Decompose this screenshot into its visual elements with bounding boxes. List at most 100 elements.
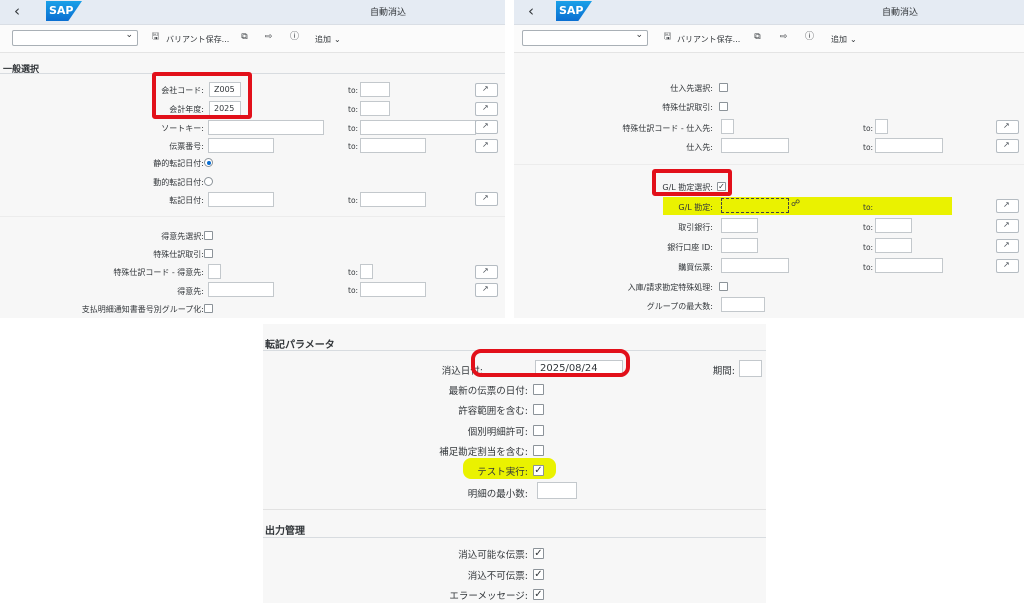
vendor-select-checkbox[interactable] — [719, 83, 728, 92]
special-gl-code-vendor-label: 特殊仕訳コード - 仕入先: — [622, 124, 713, 133]
posting-date-input[interactable] — [208, 192, 274, 207]
shell-bar: ‹ SAP 自動消込 — [0, 0, 505, 25]
multiple-selection-button[interactable]: ↗ — [996, 199, 1019, 213]
back-button[interactable]: ‹ — [14, 2, 20, 20]
vendor-input[interactable] — [721, 138, 789, 153]
add-button[interactable]: 追加 ⌄ — [315, 34, 341, 45]
multiple-selection-button[interactable]: ↗ — [996, 259, 1019, 273]
customer-input[interactable] — [208, 282, 274, 297]
divider — [514, 164, 1024, 165]
max-group-input[interactable] — [721, 297, 765, 312]
divider — [263, 537, 766, 538]
dynamic-posting-label: 動的転記日付: — [153, 178, 204, 187]
app-title: 自動消込 — [370, 8, 407, 18]
to-label: to: — [348, 268, 359, 277]
multiple-selection-button[interactable]: ↗ — [996, 120, 1019, 134]
special-gl-code-customer-input[interactable] — [208, 264, 221, 279]
multiple-selection-button[interactable]: ↗ — [996, 239, 1019, 253]
customer-to-input[interactable] — [360, 282, 426, 297]
copy-icon[interactable]: ⧉ — [752, 32, 763, 42]
purchasing-doc-label: 購買伝票: — [678, 263, 713, 272]
posting-date-to-input[interactable] — [360, 192, 426, 207]
to-label: to: — [863, 243, 874, 252]
save-variant-button[interactable]: バリアント保存... — [166, 34, 229, 45]
multiple-selection-button[interactable]: ↗ — [475, 120, 498, 134]
period-input[interactable] — [739, 360, 762, 377]
clearable-docs-label: 消込可能な伝票: — [458, 550, 528, 561]
include-tolerance-checkbox[interactable] — [533, 404, 544, 415]
special-gl-code-vendor-to-input[interactable] — [875, 119, 888, 134]
bank-account-id-input[interactable] — [721, 238, 758, 253]
doc-number-input[interactable] — [208, 138, 274, 153]
input-focus-outline — [721, 198, 789, 213]
non-clearable-docs-checkbox[interactable]: ✓ — [533, 569, 544, 580]
clearable-docs-checkbox[interactable]: ✓ — [533, 548, 544, 559]
variant-select[interactable]: ⌄ — [12, 30, 138, 46]
copy-icon[interactable]: ⧉ — [239, 32, 250, 42]
value-help-icon[interactable]: ☍ — [791, 199, 800, 209]
chevron-down-icon: ⌄ — [635, 30, 643, 40]
to-label: to: — [348, 286, 359, 295]
multiple-selection-button[interactable]: ↗ — [996, 219, 1019, 233]
include-supp-assignment-checkbox[interactable] — [533, 445, 544, 456]
sort-key-input[interactable] — [208, 120, 324, 135]
min-items-input[interactable] — [537, 482, 577, 499]
save-variant-button[interactable]: バリアント保存... — [677, 34, 740, 45]
static-posting-radio[interactable] — [204, 158, 213, 167]
chevron-down-icon: ⌄ — [334, 35, 341, 44]
save-icon[interactable]: 🖫 — [662, 32, 673, 42]
multiple-selection-icon: ↗ — [1003, 260, 1010, 269]
purchasing-doc-to-input[interactable] — [875, 258, 943, 273]
test-run-checkbox[interactable]: ✓ — [533, 465, 544, 476]
add-button[interactable]: 追加 ⌄ — [831, 34, 857, 45]
individual-items-checkbox[interactable] — [533, 425, 544, 436]
vendor-to-input[interactable] — [875, 138, 943, 153]
latest-doc-date-checkbox[interactable] — [533, 384, 544, 395]
dynamic-posting-radio[interactable] — [204, 177, 213, 186]
info-icon[interactable]: ⓘ — [804, 32, 815, 42]
special-handling-checkbox[interactable] — [719, 282, 728, 291]
special-gl-code-customer-to-input[interactable] — [360, 264, 373, 279]
info-icon[interactable]: ⓘ — [289, 32, 300, 42]
save-icon[interactable]: 🖫 — [150, 32, 161, 42]
doc-number-to-input[interactable] — [360, 138, 426, 153]
sort-key-to-input[interactable] — [360, 120, 476, 135]
to-label: to: — [863, 263, 874, 272]
special-gl-code-vendor-input[interactable] — [721, 119, 734, 134]
divider — [0, 73, 505, 74]
doc-number-label: 伝票番号: — [169, 142, 204, 151]
multiple-selection-icon: ↗ — [482, 103, 489, 112]
multiple-selection-icon: ↗ — [482, 84, 489, 93]
special-gl-txn-label: 特殊仕訳取引: — [153, 250, 204, 259]
multiple-selection-icon: ↗ — [1003, 200, 1010, 209]
multiple-selection-button[interactable]: ↗ — [475, 265, 498, 279]
multiple-selection-button[interactable]: ↗ — [475, 283, 498, 297]
variant-select[interactable]: ⌄ — [522, 30, 648, 46]
house-bank-to-input[interactable] — [875, 218, 912, 233]
grouping-by-remittance-checkbox[interactable] — [204, 304, 213, 313]
multiple-selection-button[interactable]: ↗ — [475, 102, 498, 116]
error-messages-checkbox[interactable]: ✓ — [533, 589, 544, 600]
purchasing-doc-input[interactable] — [721, 258, 789, 273]
company-code-to-input[interactable] — [360, 82, 390, 97]
toolbar: ⌄ 🖫 バリアント保存... ⧉ ⇨ ⓘ 追加 ⌄ — [514, 25, 1024, 53]
export-icon[interactable]: ⇨ — [778, 32, 789, 42]
chevron-down-icon: ⌄ — [125, 30, 133, 40]
multiple-selection-button[interactable]: ↗ — [996, 139, 1019, 153]
fiscal-year-to-input[interactable] — [360, 101, 390, 116]
special-gl-txn-checkbox[interactable] — [204, 249, 213, 258]
customer-select-label: 得意先選択: — [161, 232, 204, 241]
special-gl-txn-checkbox[interactable] — [719, 102, 728, 111]
multiple-selection-button[interactable]: ↗ — [475, 139, 498, 153]
bank-account-id-label: 銀行口座 ID: — [667, 243, 713, 252]
export-icon[interactable]: ⇨ — [263, 32, 274, 42]
customer-select-checkbox[interactable] — [204, 231, 213, 240]
bank-account-id-to-input[interactable] — [875, 238, 912, 253]
multiple-selection-icon: ↗ — [482, 193, 489, 202]
house-bank-input[interactable] — [721, 218, 758, 233]
back-button[interactable]: ‹ — [528, 2, 534, 20]
multiple-selection-button[interactable]: ↗ — [475, 192, 498, 206]
divider — [0, 216, 505, 217]
gl-account-label: G/L 勘定: — [678, 203, 713, 212]
multiple-selection-button[interactable]: ↗ — [475, 83, 498, 97]
